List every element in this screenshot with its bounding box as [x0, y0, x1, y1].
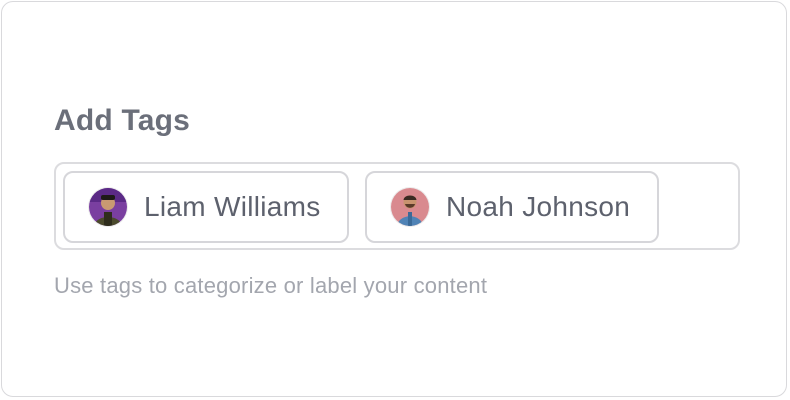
add-tags-label: Add Tags [54, 104, 191, 137]
tags-card: Add Tags Liam Williams Noah Johnson Use … [1, 1, 787, 397]
user-photo-icon [391, 188, 429, 226]
tag-label: Liam Williams [144, 191, 321, 222]
tag-chip-noah-johnson[interactable]: Noah Johnson [365, 171, 659, 243]
tag-label: Noah Johnson [446, 191, 631, 222]
user-photo-icon [89, 188, 127, 226]
tag-input-field[interactable]: Liam Williams Noah Johnson [54, 162, 740, 250]
helper-text: Use tags to categorize or label your con… [54, 273, 488, 298]
tag-chip-liam-williams[interactable]: Liam Williams [63, 171, 349, 243]
